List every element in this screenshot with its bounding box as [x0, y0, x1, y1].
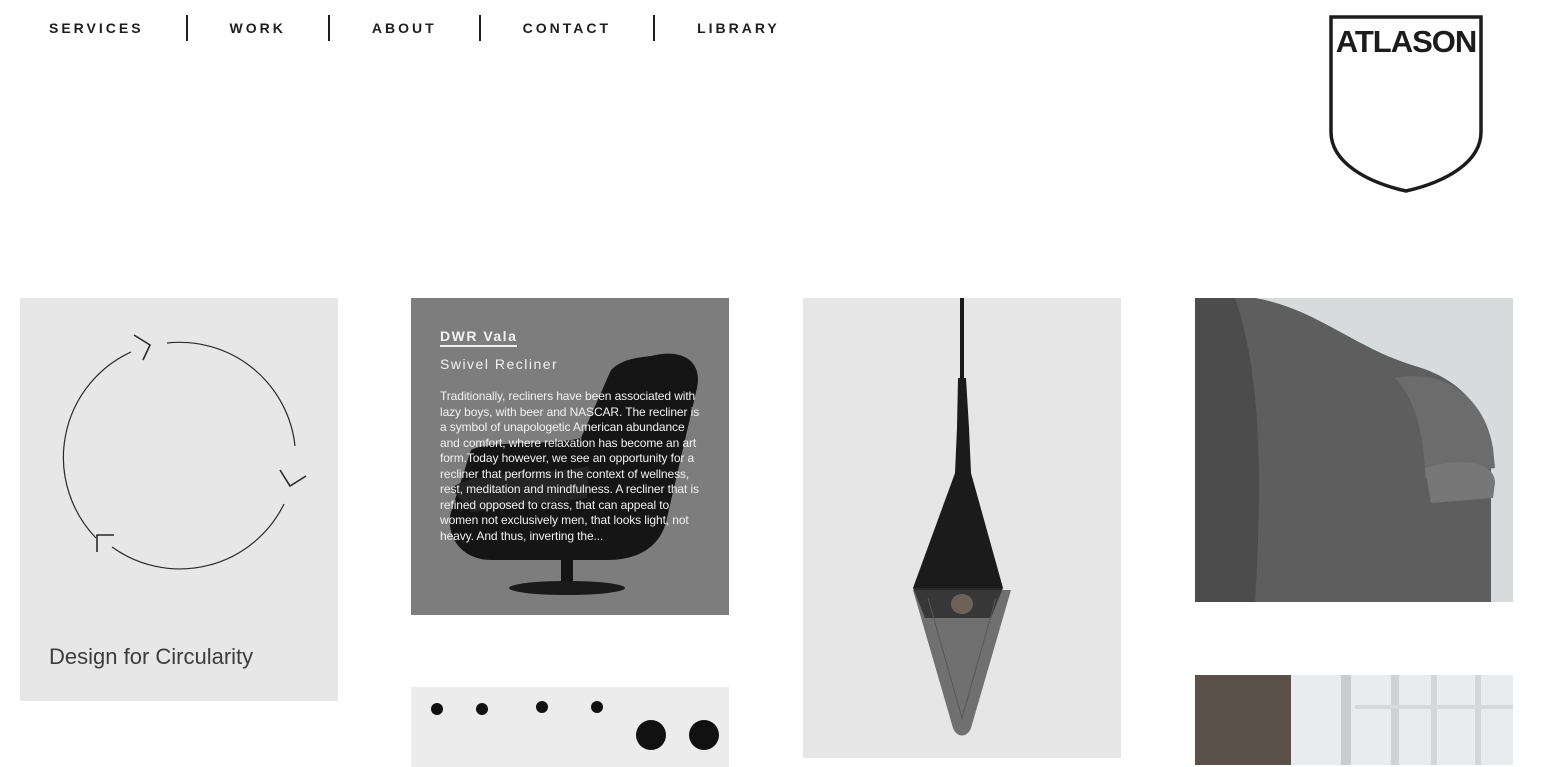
main-nav: SERVICES WORK ABOUT CONTACT LIBRARY [49, 15, 780, 41]
pendant-lamp-tile[interactable] [803, 298, 1121, 758]
recliner-info: DWR Vala Swivel Recliner Traditionally, … [440, 328, 702, 544]
circular-arrows-icon [62, 334, 307, 570]
product-description: Traditionally, recliners have been assoc… [440, 389, 700, 543]
logo-text: ATLASON [1335, 24, 1478, 59]
nav-item-services[interactable]: SERVICES [49, 20, 144, 36]
dots-pattern-image [431, 701, 719, 750]
circularity-tile[interactable]: Design for Circularity [20, 298, 338, 701]
pendant-lamp-image [913, 298, 1011, 736]
nav-item-contact[interactable]: CONTACT [523, 20, 611, 36]
atlason-logo[interactable]: ATLASON [1328, 14, 1484, 194]
dots-graphic-tile[interactable] [411, 687, 729, 767]
nav-divider [478, 15, 481, 41]
nav-item-work[interactable]: WORK [230, 20, 286, 36]
window-interior-image [1195, 675, 1513, 765]
nav-divider [327, 15, 330, 41]
nav-divider [653, 15, 656, 41]
recliner-tile[interactable]: DWR Vala Swivel Recliner Traditionally, … [411, 298, 729, 615]
product-title[interactable]: DWR Vala [440, 328, 518, 347]
interior-window-tile[interactable] [1195, 675, 1513, 765]
chair-closeup-image [1195, 298, 1513, 602]
nav-divider [185, 15, 188, 41]
nav-item-about[interactable]: ABOUT [372, 20, 437, 36]
chair-closeup-tile[interactable] [1195, 298, 1513, 602]
tile-caption: Design for Circularity [49, 644, 254, 669]
product-subtitle: Swivel Recliner [440, 356, 559, 372]
nav-item-library[interactable]: LIBRARY [697, 20, 780, 36]
